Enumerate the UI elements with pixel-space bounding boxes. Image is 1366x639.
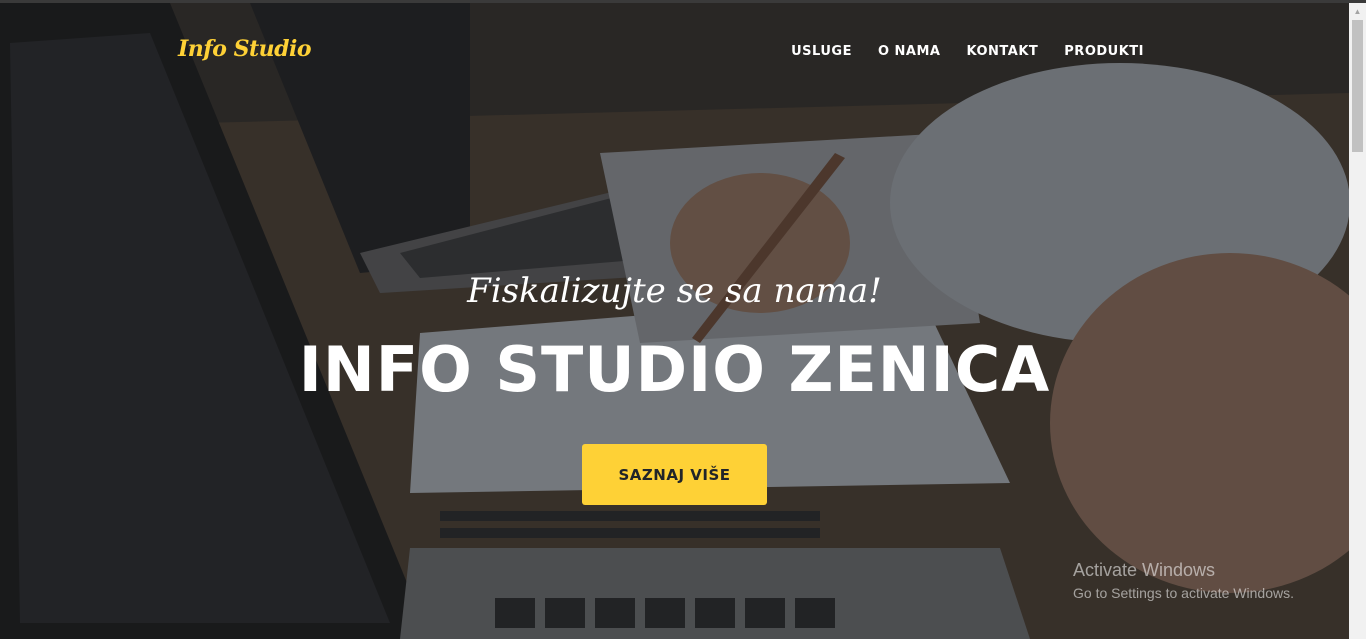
hero-subheading: Fiskalizujte se sa nama! [467,271,882,311]
watermark-subtitle: Go to Settings to activate Windows. [1073,585,1294,601]
scrollbar-thumb[interactable] [1352,20,1363,152]
nav-item-produkti[interactable]: PRODUKTI [1064,44,1144,59]
window-top-border [0,0,1366,3]
browser-viewport: Info Studio USLUGE O NAMA KONTAKT PRODUK… [0,0,1366,639]
nav-item-kontakt[interactable]: KONTAKT [966,44,1038,59]
hero-section: Info Studio USLUGE O NAMA KONTAKT PRODUK… [0,3,1349,639]
hero-dark-overlay [0,3,1349,639]
brand-logo[interactable]: Info Studio [178,36,312,62]
learn-more-button[interactable]: SAZNAJ VIŠE [582,444,767,505]
triangle-up-icon[interactable]: ▲ [1349,3,1366,20]
hero-heading: INFO STUDIO ZENICA [298,333,1051,406]
nav-item-o-nama[interactable]: O NAMA [878,44,941,59]
main-nav: USLUGE O NAMA KONTAKT PRODUKTI [791,44,1144,59]
watermark-title: Activate Windows [1073,560,1216,580]
activate-windows-watermark: Activate Windows Go to Settings to activ… [1073,560,1294,601]
vertical-scrollbar[interactable]: ▲ [1349,3,1366,639]
nav-item-usluge[interactable]: USLUGE [791,44,852,59]
